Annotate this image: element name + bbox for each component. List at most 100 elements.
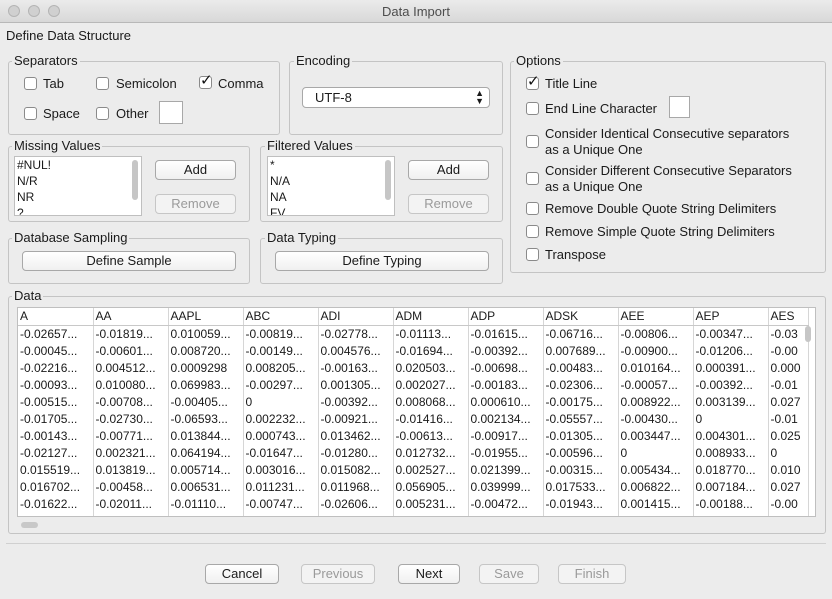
table-cell[interactable]: 0.011231... [243,479,319,496]
table-cell[interactable]: -0.00596... [543,445,619,462]
column-header[interactable]: AEP [693,308,769,326]
table-row[interactable]: -0.01622... -0.02011... -0.01110... -0.0074… [18,496,809,513]
table-cell[interactable]: -0.00430... [618,411,694,428]
define-sample-button[interactable]: Define Sample [22,251,236,271]
table-row[interactable]: -0.02127... 0.002321... 0.064194... -0.0164… [18,445,809,462]
table-cell[interactable]: -0.00900... [618,343,694,360]
next-button[interactable]: Next [398,564,460,584]
end-line-character-input[interactable] [669,96,690,118]
define-typing-button[interactable]: Define Typing [275,251,489,271]
table-cell[interactable]: 0.056905... [393,479,469,496]
column-header[interactable]: ADI [318,308,394,326]
end-line-character-checkbox[interactable] [526,102,539,115]
table-cell[interactable]: 0.006531... [168,479,244,496]
column-header[interactable]: AA [93,308,169,326]
table-cell[interactable]: 0.007689... [543,343,619,360]
table-cell[interactable]: 0.002527... [393,462,469,479]
list-item[interactable]: NA [268,189,394,205]
table-cell[interactable]: 0 [768,445,809,462]
list-item[interactable]: #NUL! [15,157,141,173]
table-cell[interactable]: 0.069983... [168,377,244,394]
table-cell[interactable]: -0.00698... [468,360,544,377]
list-item[interactable]: * [268,157,394,173]
table-cell[interactable]: 0.004576... [318,343,394,360]
column-header[interactable]: ADSK [543,308,619,326]
simple-quote-checkbox[interactable] [526,225,539,238]
table-cell[interactable]: 0.002134... [468,411,544,428]
table-cell[interactable]: 0 [243,394,319,411]
column-header[interactable]: ABC [243,308,319,326]
table-cell[interactable]: 0.001305... [318,377,394,394]
table-cell[interactable]: -0.02306... [543,377,619,394]
other-checkbox[interactable] [96,107,109,120]
table-cell[interactable]: -0.00392... [468,343,544,360]
other-separator-input[interactable] [159,101,183,124]
table-cell[interactable]: -0.00921... [318,411,394,428]
table-cell[interactable]: -0.01615... [468,325,544,343]
comma-checkbox[interactable]: ✓ [199,73,213,89]
table-cell[interactable]: -0.03 [768,325,809,343]
tab-checkbox[interactable] [24,77,37,90]
missing-values-scrollbar[interactable] [132,160,138,200]
title-line-checkbox[interactable]: ✓ [526,74,540,90]
table-horizontal-scrollbar[interactable] [21,522,38,528]
table-row[interactable]: -0.00093... 0.010080... 0.069983... -0.0029… [18,377,809,394]
table-cell[interactable]: 0.013462... [318,428,394,445]
cancel-button[interactable]: Cancel [205,564,279,584]
table-cell[interactable]: 0.008205... [243,360,319,377]
table-cell[interactable]: -0.02657... [18,325,94,343]
table-cell[interactable]: -0.01113... [393,325,469,343]
table-cell[interactable]: -0.00143... [18,428,94,445]
identical-consecutive-checkbox[interactable] [526,135,539,148]
table-cell[interactable]: -0.00472... [468,496,544,513]
table-row[interactable]: -0.02216... 0.004512... 0.0009298 0.008205.… [18,360,809,377]
table-cell[interactable]: 0.002321... [93,445,169,462]
table-cell[interactable]: -0.01110... [168,496,244,513]
table-cell[interactable]: 0 [543,513,619,516]
table-cell[interactable]: 0.001415... [618,496,694,513]
save-button[interactable]: Save [479,564,539,584]
table-cell[interactable]: -0.00392... [693,377,769,394]
table-cell[interactable]: -0.00057... [618,377,694,394]
table-cell[interactable]: 0.006822... [618,479,694,496]
table-row[interactable]: 0.008143...-0.01654...0.008265...0.00896… [18,513,809,516]
table-cell[interactable]: -0.00163... [318,360,394,377]
table-row[interactable]: -0.02657... -0.01819... 0.010059... -0.0081… [18,325,809,343]
table-cell[interactable]: 0.021399... [468,462,544,479]
table-row[interactable]: 0.015519... 0.013819... 0.005714... 0.00301… [18,462,809,479]
table-cell[interactable]: 0.027 [768,394,809,411]
table-cell[interactable]: 0.027 [768,479,809,496]
table-cell[interactable]: -0.00458... [93,479,169,496]
table-cell[interactable]: 0.003139... [693,394,769,411]
list-item[interactable]: FV [268,205,394,215]
table-cell[interactable]: -0.01654... [93,513,169,516]
table-cell[interactable]: -0.01622... [18,496,94,513]
table-cell[interactable]: -0.01 [768,411,809,428]
table-cell[interactable]: 0.005714... [168,462,244,479]
table-cell[interactable]: -0.06716... [543,325,619,343]
table-cell[interactable]: 0.015519... [18,462,94,479]
table-cell[interactable]: -0.01705... [18,411,94,428]
table-cell[interactable]: 0.017533... [543,479,619,496]
table-cell[interactable]: -0.00315... [543,462,619,479]
table-cell[interactable]: 0.000 [768,360,809,377]
table-cell[interactable]: -0.02606... [318,496,394,513]
table-cell[interactable]: -0.01280... [318,445,394,462]
table-cell[interactable]: -0.00 [768,343,809,360]
different-consecutive-checkbox[interactable] [526,172,539,185]
table-cell[interactable]: 0.008922... [618,394,694,411]
table-cell[interactable]: 0.003016... [243,462,319,479]
table-cell[interactable]: -0.02011... [93,496,169,513]
table-cell[interactable]: 0.064194... [168,445,244,462]
table-cell[interactable]: 0.010 [768,462,809,479]
table-cell[interactable]: -0.00 [768,496,809,513]
table-cell[interactable]: 0.010164... [618,360,694,377]
table-cell[interactable]: -0.00405... [168,394,244,411]
filtered-values-scrollbar[interactable] [385,160,391,200]
encoding-select[interactable]: UTF-8 ▲ ▼ [302,87,490,108]
double-quote-checkbox[interactable] [526,202,539,215]
table-cell[interactable]: -0.00347... [693,325,769,343]
list-item[interactable]: NR [15,189,141,205]
table-cell[interactable]: 0.005434... [618,462,694,479]
table-cell[interactable]: 0.025 [768,428,809,445]
